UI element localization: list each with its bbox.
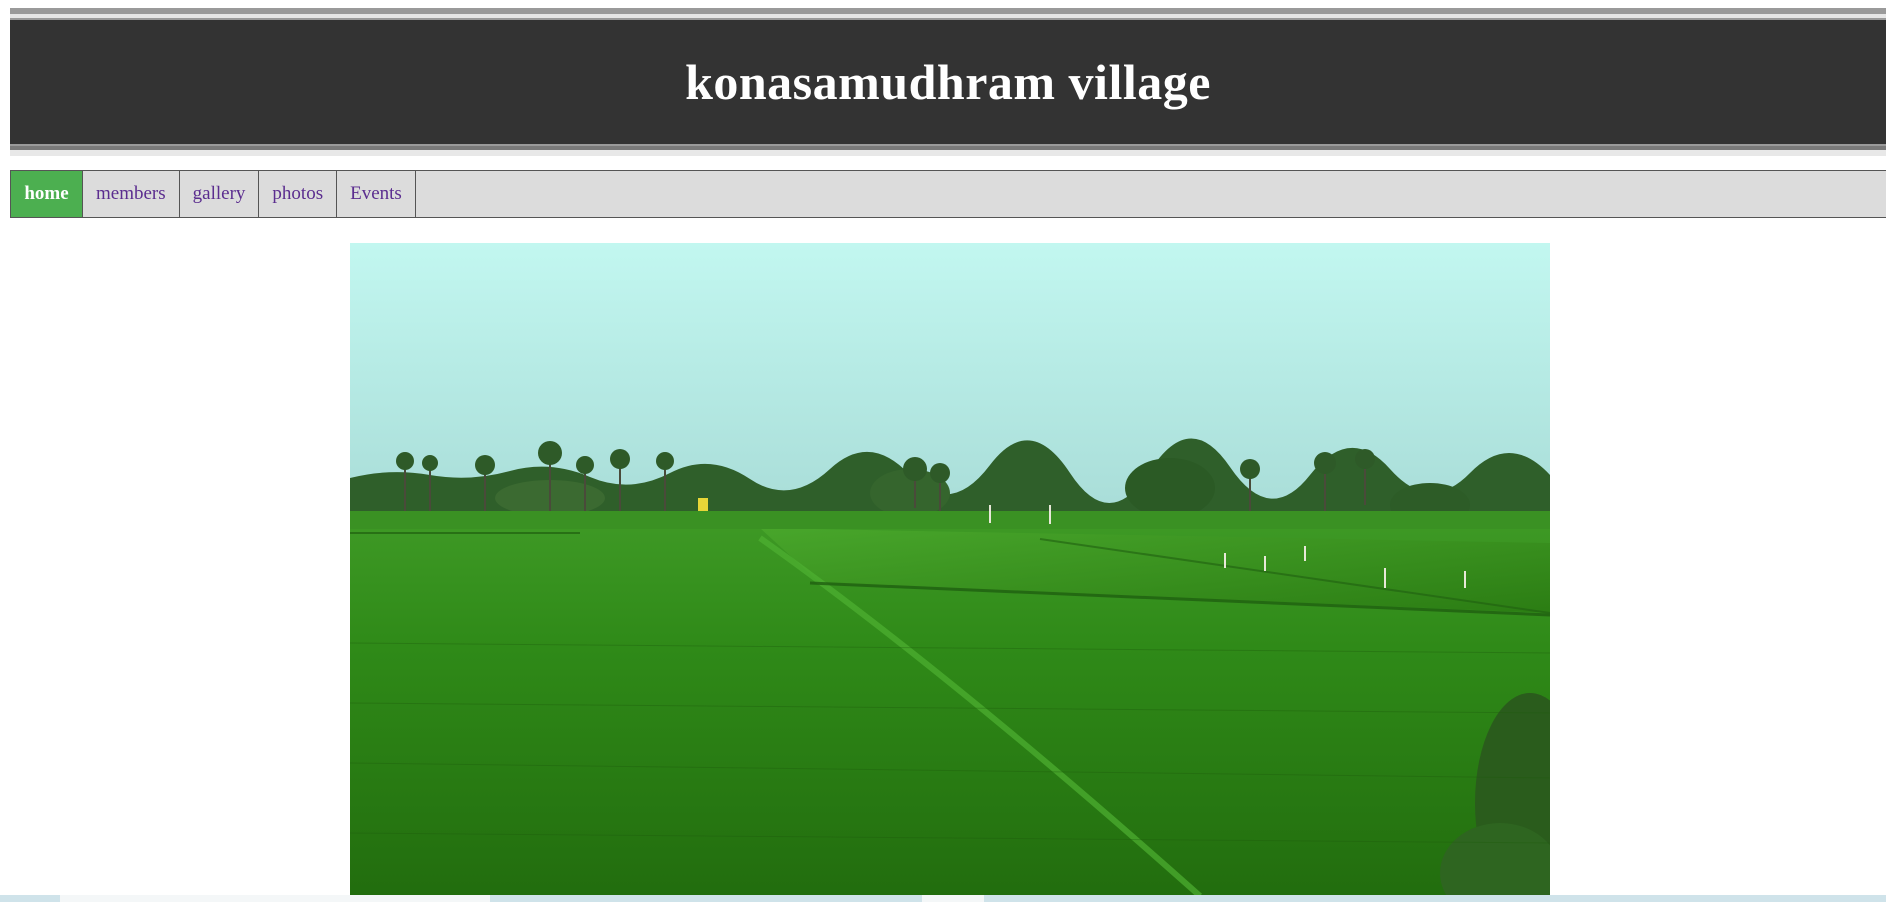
bottom-strip-segment bbox=[60, 895, 490, 902]
site-title: konasamudhram village bbox=[685, 54, 1211, 110]
header-highlight bbox=[10, 14, 1886, 18]
header-divider-light bbox=[10, 150, 1886, 156]
paddy-field-photo bbox=[350, 243, 1550, 896]
nav-item-members[interactable]: members bbox=[83, 171, 180, 217]
main-nav: home members gallery photos Events bbox=[10, 170, 1886, 218]
page: konasamudhram village home members galle… bbox=[0, 0, 1886, 902]
nav-item-photos[interactable]: photos bbox=[259, 171, 338, 217]
bottom-scroll-strip bbox=[0, 895, 1886, 902]
nav-item-home[interactable]: home bbox=[11, 171, 83, 217]
nav-item-events[interactable]: Events bbox=[337, 171, 416, 217]
nav-item-gallery[interactable]: gallery bbox=[180, 171, 260, 217]
hero-image bbox=[350, 243, 1550, 896]
site-header: konasamudhram village bbox=[10, 20, 1886, 144]
bottom-strip-segment-2 bbox=[922, 895, 984, 902]
